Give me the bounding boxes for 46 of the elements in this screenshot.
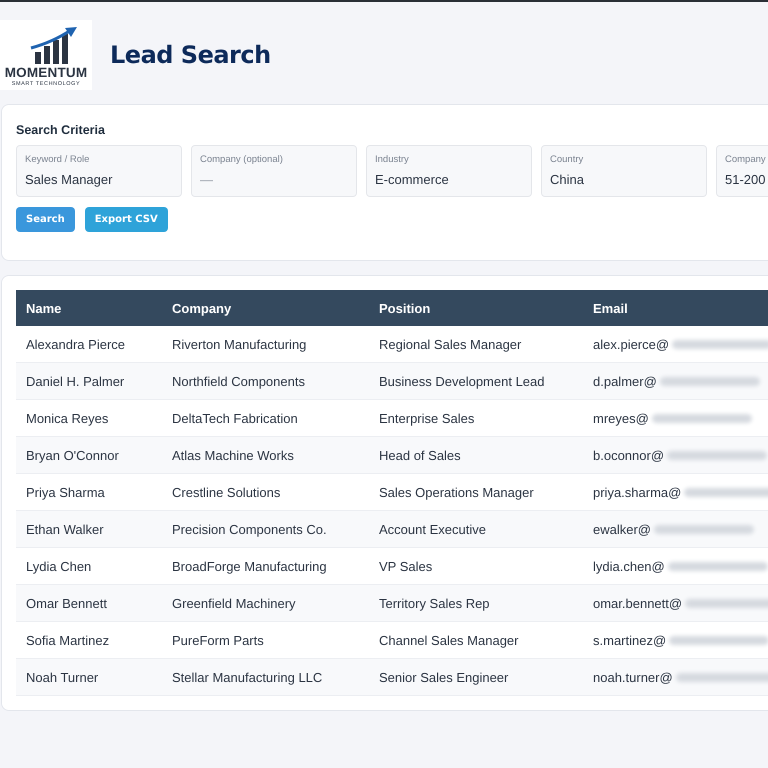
field-label: Company xyxy=(725,154,766,165)
input-field[interactable]: Country China xyxy=(541,145,707,197)
field-label: Industry xyxy=(375,154,409,165)
table-cell: d.palmer@ xyxy=(593,374,657,390)
field-value: Sales Manager xyxy=(25,172,112,187)
table-cell: mreyes@ xyxy=(593,411,649,426)
table-cell: priya.sharma@ xyxy=(593,485,682,500)
table-cell: alex.pierce@ xyxy=(593,337,670,352)
field-placeholder: — xyxy=(200,172,213,187)
table-cell: noah.turner@ xyxy=(593,670,673,686)
input-field[interactable]: Industry E-commerce xyxy=(366,145,532,197)
table-cell: Atlas Machine Works xyxy=(162,436,369,474)
field-value: E-commerce xyxy=(375,172,449,187)
field-label: Company (optional) xyxy=(200,154,283,165)
field-value: China xyxy=(550,172,584,187)
field-value: 51-200 xyxy=(725,172,766,187)
table-cell: Noah Turner xyxy=(16,658,162,696)
section-title: Search Criteria xyxy=(16,123,106,137)
table-cell: Stellar Manufacturing LLC xyxy=(162,658,369,696)
column-header: Name xyxy=(16,290,162,326)
table-cell: omar.bennett@ xyxy=(593,596,682,612)
table-cell: Daniel H. Palmer xyxy=(16,362,162,400)
field-label: Keyword / Role xyxy=(25,154,90,165)
table-cell: ewalker@ xyxy=(593,522,651,538)
column-header: Position xyxy=(369,290,583,326)
table-cell: s.martinez@ xyxy=(593,633,666,648)
table-cell: Account Executive xyxy=(369,510,583,548)
input-field[interactable]: Company 51-200 xyxy=(716,145,768,197)
table-cell: Northfield Components xyxy=(162,362,369,400)
table-cell: Head of Sales xyxy=(369,436,583,474)
table-cell: lydia.chen@ xyxy=(593,559,665,574)
table-cell: Bryan O'Connor xyxy=(16,436,162,474)
field-label: Country xyxy=(550,154,584,165)
table-cell: Omar Bennett xyxy=(16,584,162,622)
page-title: Lead Search xyxy=(110,41,271,69)
column-header: Company xyxy=(162,290,369,326)
input-field[interactable]: Company (optional) — xyxy=(191,145,357,197)
column-header: Email xyxy=(583,290,768,326)
table-cell: Greenfield Machinery xyxy=(162,584,369,622)
table-cell: Ethan Walker xyxy=(16,510,162,548)
table-cell: Senior Sales Engineer xyxy=(369,658,583,696)
table-cell: Precision Components Co. xyxy=(162,510,369,548)
input-field[interactable]: Keyword / Role Sales Manager xyxy=(16,145,182,197)
table-cell: Business Development Lead xyxy=(369,362,583,400)
table-cell: Territory Sales Rep xyxy=(369,584,583,622)
table-cell: b.oconnor@ xyxy=(593,448,664,464)
